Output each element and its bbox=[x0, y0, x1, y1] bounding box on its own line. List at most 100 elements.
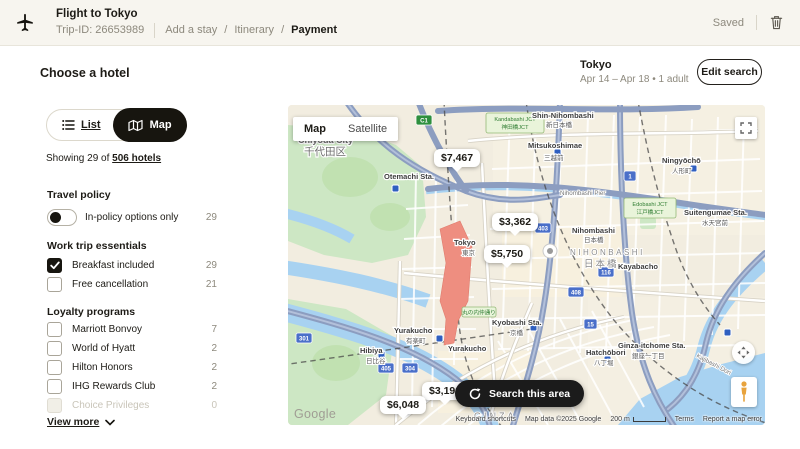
svg-text:408: 408 bbox=[571, 291, 582, 297]
search-this-area-button[interactable]: Search this area bbox=[455, 380, 584, 407]
map-type-map-button[interactable]: Map bbox=[293, 117, 337, 141]
svg-text:水天宮前: 水天宮前 bbox=[702, 218, 729, 227]
page-title: Choose a hotel bbox=[40, 66, 130, 80]
marriott-checkbox[interactable] bbox=[47, 322, 62, 337]
hotels-count-link[interactable]: 506 hotels bbox=[112, 153, 161, 164]
airplane-icon[interactable] bbox=[14, 12, 36, 34]
filter-heading-travel-policy: Travel policy bbox=[47, 189, 111, 201]
filter-row-hilton: Hilton Honors 2 bbox=[47, 360, 217, 375]
breadcrumb-itinerary[interactable]: Itinerary bbox=[234, 24, 274, 36]
report-map-error-link[interactable]: Report a map error bbox=[703, 416, 762, 423]
svg-text:Tokyo: Tokyo bbox=[454, 238, 476, 247]
search-summary: Tokyo Apr 14 – Apr 18 • 1 adult bbox=[580, 59, 689, 85]
svg-text:江戸橋JCT: 江戸橋JCT bbox=[636, 208, 664, 216]
choice-checkbox bbox=[47, 398, 62, 413]
svg-text:有楽町: 有楽町 bbox=[406, 336, 426, 345]
toggle-knob bbox=[50, 212, 61, 223]
pan-control-button[interactable] bbox=[732, 341, 755, 364]
svg-text:304: 304 bbox=[405, 367, 416, 373]
svg-text:301: 301 bbox=[299, 337, 310, 343]
map[interactable]: C1 403 1 15 408 116 301 405 304 Kandabas… bbox=[288, 105, 765, 425]
keyboard-shortcuts-link[interactable]: Keyboard shortcuts bbox=[456, 416, 516, 423]
chevron-down-icon bbox=[105, 419, 115, 426]
svg-text:Kayabacho: Kayabacho bbox=[618, 262, 658, 271]
scale-bar bbox=[633, 417, 666, 422]
map-attribution: Keyboard shortcuts Map data ©2025 Google… bbox=[456, 416, 762, 423]
free-cancellation-checkbox[interactable] bbox=[47, 277, 62, 292]
filter-count: 2 bbox=[211, 362, 217, 373]
terms-link[interactable]: Terms bbox=[675, 416, 694, 423]
map-canvas[interactable]: C1 403 1 15 408 116 301 405 304 Kandabas… bbox=[288, 105, 765, 425]
svg-text:Ningyōchō: Ningyōchō bbox=[662, 156, 701, 165]
svg-text:銀座一丁目: 銀座一丁目 bbox=[632, 351, 665, 360]
trip-info: Flight to Tokyo Trip-ID: 26653989 Add a … bbox=[56, 8, 337, 38]
hilton-checkbox[interactable] bbox=[47, 360, 62, 375]
filter-row-marriott: Marriott Bonvoy 7 bbox=[47, 322, 217, 337]
in-policy-toggle[interactable] bbox=[47, 209, 77, 226]
breakfast-checkbox[interactable] bbox=[47, 258, 62, 273]
filter-heading-essentials: Work trip essentials bbox=[47, 240, 147, 252]
refresh-icon bbox=[469, 388, 481, 400]
svg-text:Kyobashi Sta.: Kyobashi Sta. bbox=[492, 318, 542, 327]
map-view-button[interactable]: Map bbox=[113, 108, 187, 142]
filter-row-in-policy: In-policy options only 29 bbox=[47, 209, 217, 226]
svg-text:三越前: 三越前 bbox=[544, 153, 564, 162]
map-data-attribution: Map data ©2025 Google bbox=[525, 416, 601, 423]
hotel-price-marker[interactable]: $5,750 bbox=[484, 245, 530, 263]
breadcrumb-add-a-stay[interactable]: Add a stay bbox=[165, 24, 217, 36]
ihg-checkbox[interactable] bbox=[47, 379, 62, 394]
svg-text:405: 405 bbox=[381, 367, 392, 373]
hotel-price-marker[interactable]: $6,048 bbox=[380, 396, 426, 414]
svg-text:C1: C1 bbox=[420, 119, 428, 125]
map-type-control: Map Satellite bbox=[293, 117, 398, 141]
hotel-price-marker[interactable]: $3,362 bbox=[492, 213, 538, 231]
filter-count: 2 bbox=[211, 343, 217, 354]
filter-count: 29 bbox=[206, 260, 217, 271]
check-icon bbox=[50, 261, 60, 270]
hotel-price-marker[interactable]: $7,467 bbox=[434, 149, 480, 167]
hyatt-checkbox[interactable] bbox=[47, 341, 62, 356]
breadcrumb-payment[interactable]: Payment bbox=[291, 24, 337, 36]
filter-row-choice: Choice Privileges 0 bbox=[47, 398, 217, 413]
svg-text:八丁堀: 八丁堀 bbox=[594, 358, 614, 367]
divider bbox=[154, 23, 155, 38]
fullscreen-button[interactable] bbox=[735, 117, 757, 139]
breadcrumb: Add a stay / Itinerary / Payment bbox=[165, 24, 337, 36]
list-icon bbox=[62, 119, 75, 131]
svg-text:Kandabashi JCT: Kandabashi JCT bbox=[494, 117, 536, 123]
svg-text:日本橋: 日本橋 bbox=[584, 235, 604, 244]
filter-count: 2 bbox=[211, 381, 217, 392]
filter-count: 0 bbox=[211, 400, 217, 411]
list-view-button[interactable]: List bbox=[47, 119, 113, 131]
pan-arrows-icon bbox=[737, 346, 750, 359]
svg-text:15: 15 bbox=[587, 323, 594, 329]
saved-status: Saved bbox=[713, 17, 744, 29]
svg-text:NIHONBASHI: NIHONBASHI bbox=[570, 248, 645, 257]
hotel-dot-pin[interactable] bbox=[543, 244, 557, 258]
divider bbox=[756, 15, 757, 30]
svg-text:東京: 東京 bbox=[462, 248, 476, 257]
svg-text:Yurakucho: Yurakucho bbox=[394, 326, 433, 335]
svg-text:日比谷: 日比谷 bbox=[366, 356, 386, 365]
svg-text:Edobashi JCT: Edobashi JCT bbox=[632, 202, 668, 208]
results-summary: Showing 29 of 506 hotels bbox=[46, 153, 161, 164]
map-type-satellite-button[interactable]: Satellite bbox=[337, 117, 398, 141]
svg-text:新日本橋: 新日本橋 bbox=[546, 120, 573, 129]
view-more-link[interactable]: View more bbox=[47, 416, 115, 428]
svg-text:Otemachi Sta.: Otemachi Sta. bbox=[384, 172, 434, 181]
svg-text:Ginza-itchome Sta.: Ginza-itchome Sta. bbox=[618, 341, 686, 350]
svg-text:116: 116 bbox=[601, 271, 611, 277]
svg-text:神田橋JCT: 神田橋JCT bbox=[501, 123, 529, 131]
date-summary: Apr 14 – Apr 18 • 1 adult bbox=[580, 74, 689, 85]
trash-icon[interactable] bbox=[769, 14, 784, 31]
pegman-control[interactable] bbox=[731, 377, 757, 407]
filter-count: 29 bbox=[206, 212, 217, 223]
svg-text:Nihombashi: Nihombashi bbox=[572, 226, 615, 235]
filter-row-hyatt: World of Hyatt 2 bbox=[47, 341, 217, 356]
map-scale: 200 m bbox=[610, 416, 665, 423]
svg-text:Suitengumae Sta.: Suitengumae Sta. bbox=[684, 208, 747, 217]
filter-row-ihg: IHG Rewards Club 2 bbox=[47, 379, 217, 394]
svg-text:京橋: 京橋 bbox=[510, 328, 524, 337]
map-icon bbox=[128, 119, 143, 132]
edit-search-button[interactable]: Edit search bbox=[697, 59, 762, 85]
